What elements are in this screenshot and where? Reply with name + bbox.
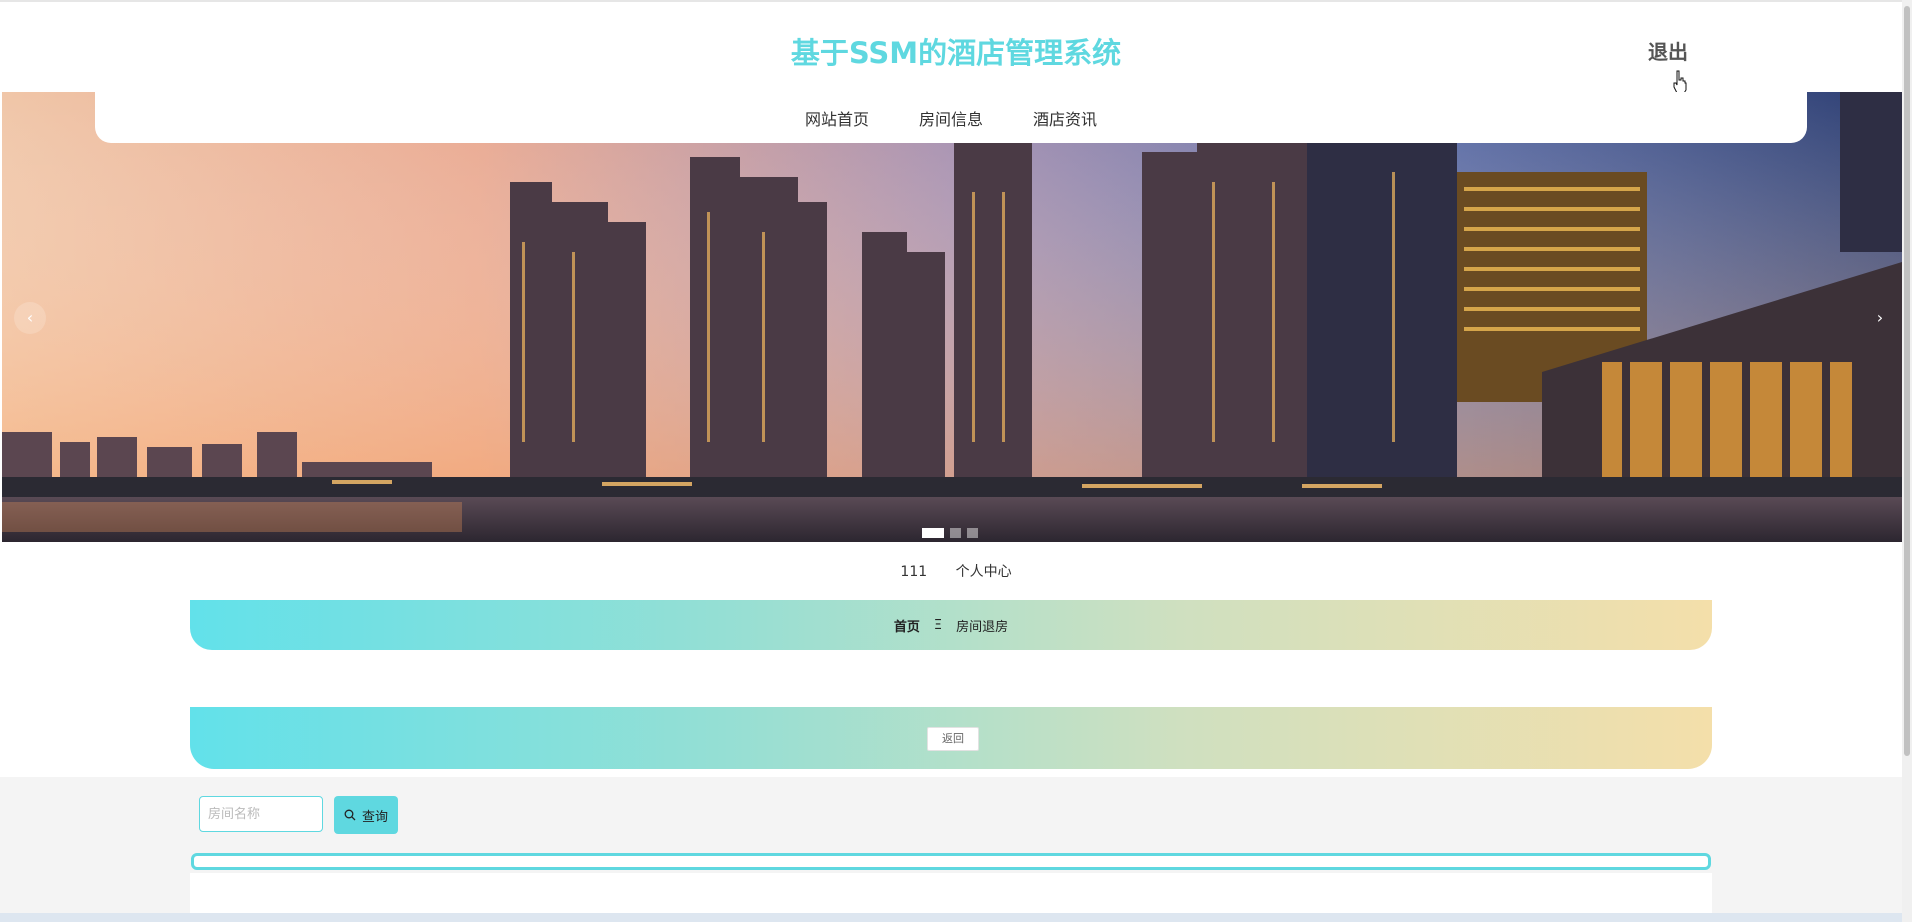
carousel-indicators [922, 528, 978, 538]
hand-cursor-icon [1673, 70, 1687, 94]
results-table-body [190, 873, 1712, 913]
breadcrumb-separator-icon: Ξ [933, 617, 943, 633]
hero-carousel [2, 92, 1902, 542]
room-name-search-input[interactable] [199, 796, 323, 832]
results-table-header [191, 853, 1711, 870]
site-header: 基于SSM的酒店管理系统 退出 [0, 2, 1902, 92]
username: 111 [900, 564, 928, 580]
breadcrumb-home[interactable]: 首页 [894, 616, 920, 635]
site-title: 基于SSM的酒店管理系统 [790, 36, 1122, 70]
nav-item-news[interactable]: 酒店资讯 [1033, 106, 1097, 130]
breadcrumb: 首页 Ξ 房间退房 [190, 600, 1712, 650]
nav-item-rooms[interactable]: 房间信息 [919, 106, 983, 130]
search-button[interactable]: 查询 [334, 796, 398, 834]
carousel-dot[interactable] [967, 528, 978, 538]
carousel-prev-icon[interactable]: ‹ [14, 302, 46, 334]
carousel-dot[interactable] [922, 528, 944, 538]
city-skyline-image [2, 92, 1902, 542]
carousel-dot[interactable] [950, 528, 961, 538]
logout-button[interactable]: 退出 [1648, 36, 1688, 65]
taskbar-strip [0, 913, 1902, 922]
action-bar: 返回 [190, 707, 1712, 769]
search-button-label: 查询 [361, 809, 388, 825]
personal-center-link[interactable]: 个人中心 [956, 564, 1012, 580]
breadcrumb-current: 房间退房 [956, 619, 1009, 635]
carousel-next-icon[interactable]: › [1864, 302, 1896, 334]
nav-item-home[interactable]: 网站首页 [805, 106, 869, 130]
page-scrollbar-thumb[interactable] [1904, 6, 1910, 756]
back-button[interactable]: 返回 [927, 727, 979, 751]
main-nav: 网站首页 房间信息 酒店资讯 [95, 92, 1807, 143]
user-bar: 111 个人中心 [0, 561, 1912, 581]
search-icon [344, 809, 356, 821]
